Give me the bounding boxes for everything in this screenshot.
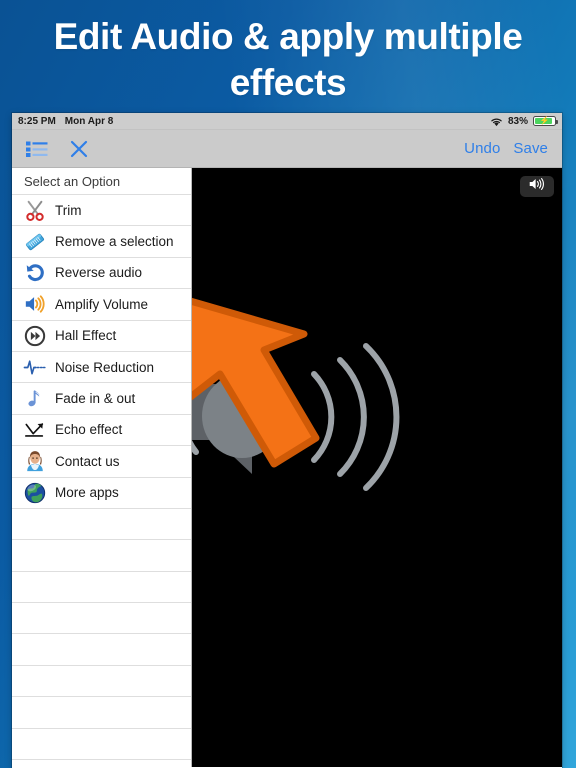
speaker-waves-icon [22, 292, 47, 317]
sidebar-item-amplify-volume[interactable]: Amplify Volume [12, 289, 191, 321]
support-agent-icon [22, 449, 47, 474]
toolbar: Undo Save [12, 130, 562, 168]
sidebar-empty-row [12, 603, 191, 635]
sidebar-item-label: Amplify Volume [55, 296, 149, 312]
sidebar-item-trim[interactable]: Trim [12, 195, 191, 227]
scissors-icon [22, 198, 47, 223]
tutorial-pointer-group [192, 288, 424, 528]
orange-arrow-cursor [192, 297, 320, 468]
sidebar-empty-row [12, 508, 191, 541]
sidebar-item-label: Hall Effect [55, 328, 117, 344]
status-bar: 8:25 PM Mon Apr 8 83% ⚡ [12, 113, 562, 130]
sidebar-empty-row [12, 571, 191, 604]
sidebar-empty-row [12, 634, 191, 666]
fast-forward-circle-icon [22, 323, 47, 348]
waveform-icon [22, 355, 47, 380]
sidebar-item-remove-a-selection[interactable]: Remove a selection [12, 226, 191, 258]
sidebar-empty-row [12, 540, 191, 572]
sidebar-empty-row [12, 760, 191, 767]
volume-button[interactable] [520, 176, 554, 197]
speaker-volume-icon [528, 177, 547, 196]
status-bar-time: 8:25 PM [18, 115, 56, 127]
sidebar-item-echo-effect[interactable]: Echo effect [12, 414, 191, 447]
list-icon[interactable] [26, 141, 48, 157]
promo-background: Edit Audio & apply multiple effects 8:25… [0, 0, 576, 768]
sidebar-empty-row [12, 697, 191, 729]
sidebar-item-label: Noise Reduction [55, 359, 155, 375]
charging-bolt-icon: ⚡ [539, 116, 550, 125]
sidebar-item-label: Echo effect [55, 422, 123, 438]
audio-canvas[interactable] [192, 168, 562, 767]
page-title: Edit Audio & apply multiple effects [53, 16, 523, 103]
echo-arrow-icon [22, 417, 47, 442]
undo-arrow-icon [22, 260, 47, 285]
status-bar-date: Mon Apr 8 [64, 115, 114, 127]
close-icon[interactable] [70, 140, 88, 158]
globe-icon [22, 480, 47, 505]
sidebar-item-contact-us[interactable]: Contact us [12, 446, 191, 478]
eraser-icon [22, 229, 47, 254]
sidebar-item-label: Remove a selection [55, 234, 174, 250]
sidebar-empty-row [12, 665, 191, 698]
sidebar-item-label: More apps [55, 485, 119, 501]
sidebar-empty-row [12, 728, 191, 761]
sidebar-header: Select an Option [12, 168, 191, 195]
gray-speaker-waves-icon [192, 343, 400, 491]
save-button[interactable]: Save [513, 140, 548, 157]
wifi-icon [490, 117, 503, 127]
sidebar-item-label: Contact us [55, 453, 120, 469]
sidebar-item-reverse-audio[interactable]: Reverse audio [12, 257, 191, 290]
sidebar-item-more-apps[interactable]: More apps [12, 477, 191, 509]
sidebar-item-label: Fade in & out [55, 391, 136, 407]
content-area: Select an Option Trim Remove a selection… [12, 168, 562, 767]
options-sidebar: Select an Option Trim Remove a selection… [12, 168, 192, 767]
sidebar-item-label: Reverse audio [55, 265, 143, 281]
sidebar-item-noise-reduction[interactable]: Noise Reduction [12, 351, 191, 384]
sidebar-item-hall-effect[interactable]: Hall Effect [12, 320, 191, 352]
sidebar-item-label: Trim [55, 202, 82, 218]
battery-percent-label: 83% [507, 115, 528, 127]
battery-icon: ⚡ [533, 116, 558, 126]
sidebar-item-fade-in-out[interactable]: Fade in & out [12, 383, 191, 415]
music-note-icon [22, 386, 47, 411]
device-frame: 8:25 PM Mon Apr 8 83% ⚡ Undo Save Select… [12, 113, 562, 768]
undo-button[interactable]: Undo [464, 140, 500, 157]
